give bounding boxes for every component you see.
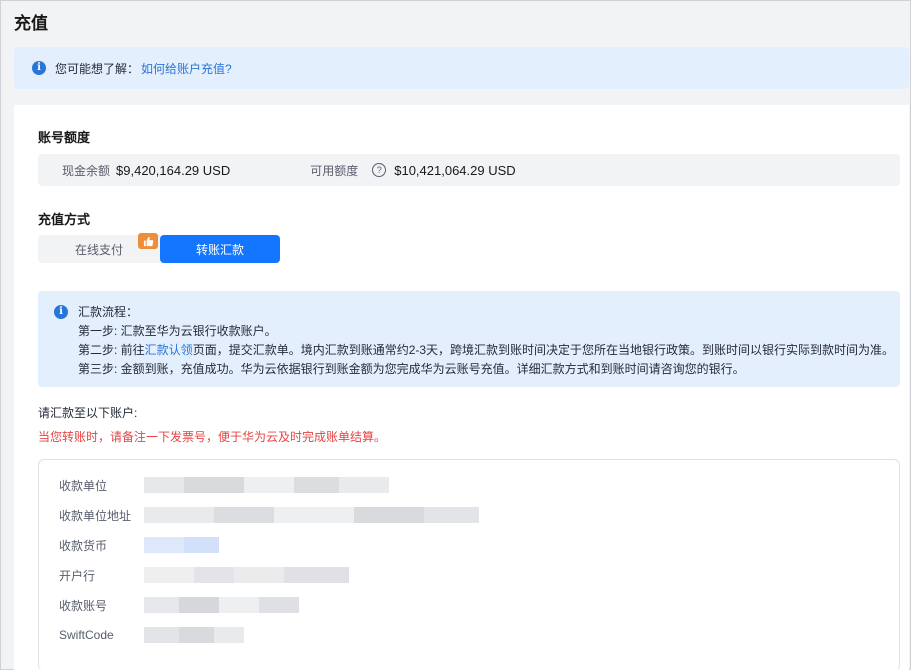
redacted-value bbox=[144, 537, 219, 553]
flow-step-2-suffix: 页面，提交汇款单。境内汇款到账通常约2-3天，跨境汇款到账时间决定于您所在当地银… bbox=[192, 343, 895, 357]
account-row-label: 收款单位地址 bbox=[59, 508, 132, 523]
method-title: 充值方式 bbox=[38, 212, 91, 227]
account-intro: 请汇款至以下账户: bbox=[38, 406, 138, 420]
info-icon: i bbox=[54, 305, 68, 319]
cash-balance-value: $9,420,164.29 USD bbox=[116, 162, 231, 178]
account-row-label: 收款货币 bbox=[59, 538, 108, 553]
redacted-value bbox=[144, 567, 349, 583]
flow-step-1: 第一步: 汇款至华为云银行收款账户。 bbox=[78, 324, 277, 338]
how-to-recharge-link[interactable]: 如何给账户充值? bbox=[141, 60, 232, 77]
account-row-label: 收款账号 bbox=[59, 598, 108, 613]
help-icon[interactable]: ? bbox=[372, 163, 387, 177]
window-frame: 充值 i 您可能想了解： 如何给账户充值? 账号额度 现金余额 $9,420,1… bbox=[0, 0, 911, 670]
tip-bar: i 您可能想了解： 如何给账户充值? bbox=[14, 47, 909, 89]
tab-online-payment[interactable]: 在线支付 bbox=[38, 233, 160, 263]
account-row-payee: 收款单位 bbox=[59, 475, 389, 495]
account-row-label: 收款单位 bbox=[59, 478, 108, 493]
info-icon: i bbox=[32, 61, 46, 75]
redacted-value bbox=[144, 627, 244, 643]
account-info-box: 收款单位 收款单位地址 收款货币 开户行 收款账号 SwiftCode bbox=[38, 459, 900, 670]
quota-title: 账号额度 bbox=[38, 130, 91, 145]
page-title: 充值 bbox=[14, 14, 48, 33]
redacted-value bbox=[144, 597, 299, 613]
flow-step-3: 第三步: 金额到账，充值成功。华为云依据银行到账金额为您完成华为云账号充值。详细… bbox=[78, 362, 745, 376]
balance-bar: 现金余额 $9,420,164.29 USD 可用额度 ? $10,421,06… bbox=[38, 154, 900, 186]
remittance-claim-link[interactable]: 汇款认领 bbox=[145, 343, 193, 357]
flow-step-2-prefix: 第二步: 前往 bbox=[78, 343, 145, 357]
redacted-value bbox=[144, 477, 389, 493]
invoice-warning: 当您转账时，请备注一下发票号，便于华为云及时完成账单结算。 bbox=[38, 430, 387, 444]
account-row-swiftcode: SwiftCode bbox=[59, 625, 244, 645]
redacted-value bbox=[144, 507, 479, 523]
account-row-number: 收款账号 bbox=[59, 595, 299, 615]
account-row-currency: 收款货币 bbox=[59, 535, 219, 555]
tip-text: 您可能想了解： bbox=[55, 61, 140, 76]
tab-online-payment-label: 在线支付 bbox=[74, 242, 123, 257]
payment-method-tabs: 在线支付 转账汇款 bbox=[38, 233, 280, 263]
thumbs-up-icon bbox=[138, 233, 158, 249]
tab-bank-transfer[interactable]: 转账汇款 bbox=[160, 235, 280, 263]
account-row-address: 收款单位地址 bbox=[59, 505, 479, 525]
available-quota-label: 可用额度 bbox=[310, 163, 359, 178]
tab-bank-transfer-label: 转账汇款 bbox=[195, 242, 244, 257]
flow-heading: 汇款流程： bbox=[78, 305, 139, 319]
flow-step-2: 第二步: 前往汇款认领页面，提交汇款单。境内汇款到账通常约2-3天，跨境汇款到账… bbox=[78, 341, 900, 360]
account-row-bank: 开户行 bbox=[59, 565, 349, 585]
account-row-label: 开户行 bbox=[59, 568, 96, 583]
transfer-flow-box: i 汇款流程： 第一步: 汇款至华为云银行收款账户。 第二步: 前往汇款认领页面… bbox=[38, 291, 900, 387]
cash-balance-label: 现金余额 bbox=[62, 163, 111, 178]
available-quota-value: $10,421,064.29 USD bbox=[394, 162, 516, 178]
recharge-card: 账号额度 现金余额 $9,420,164.29 USD 可用额度 ? $10,4… bbox=[14, 105, 909, 670]
account-row-label: SwiftCode bbox=[59, 628, 114, 642]
